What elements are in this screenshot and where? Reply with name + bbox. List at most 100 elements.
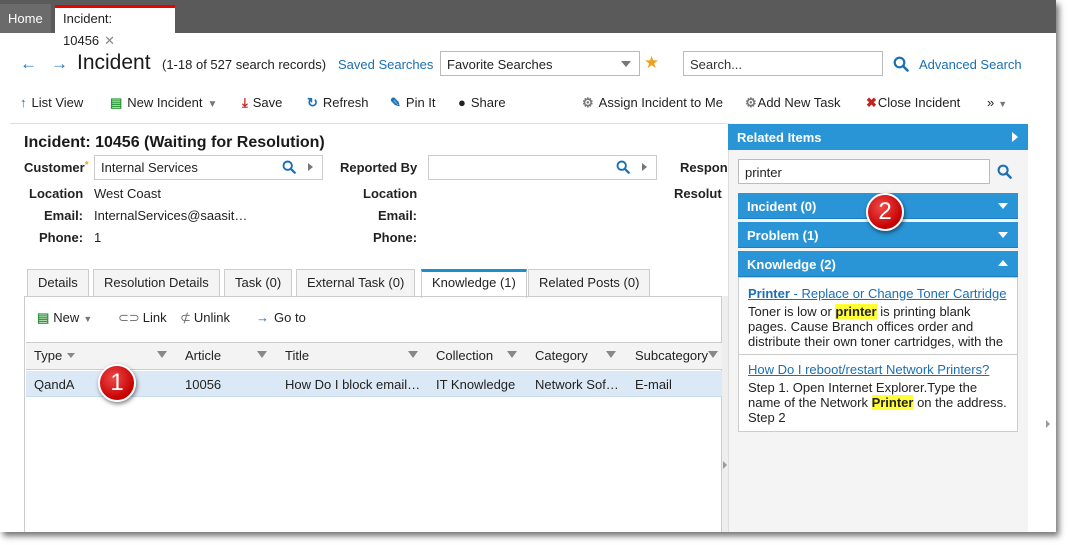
tab-incident-10456[interactable]: Incident: 10456 ✕ — [55, 5, 175, 48]
search-icon[interactable] — [616, 160, 630, 177]
k1-title-rest: - Replace or Change Toner Cartridge — [789, 286, 1007, 301]
customer-field[interactable]: Internal Services — [94, 155, 323, 180]
sort-down-icon[interactable] — [67, 353, 75, 358]
cell-category: Network Sof… — [535, 377, 619, 392]
grid-header — [26, 342, 722, 370]
grid-unlink-label: Unlink — [193, 310, 231, 325]
chevron-right-icon[interactable] — [642, 163, 647, 171]
chevron-right-icon[interactable] — [1012, 132, 1018, 142]
tab-details[interactable]: Details — [27, 269, 89, 297]
grid-new-label: New — [53, 310, 80, 325]
chevron-right-icon[interactable] — [723, 461, 727, 469]
pin-it-button[interactable]: ✎ Pin It — [390, 95, 436, 111]
knowledge-result-2[interactable]: How Do I reboot/restart Network Printers… — [748, 362, 1010, 425]
grid-link-button[interactable]: ⊂⊃ Link — [118, 310, 167, 326]
close-incident-label: Close Incident — [877, 95, 961, 110]
link-icon: ⊂⊃ — [118, 310, 140, 325]
add-task-label: Add New Task — [757, 95, 841, 110]
search-icon[interactable] — [893, 56, 909, 75]
add-new-task-button[interactable]: ⚙Add New Task — [745, 95, 841, 111]
filter-icon[interactable] — [408, 351, 418, 358]
share-button[interactable]: ● Share — [458, 95, 506, 110]
filter-icon[interactable] — [257, 351, 267, 358]
save-label: Save — [252, 95, 283, 110]
grid-new-button[interactable]: ▤ New ▼ — [37, 310, 92, 326]
chevron-right-icon[interactable] — [308, 163, 313, 171]
chevron-right-icon[interactable] — [1046, 420, 1050, 428]
grid-goto-label: Go to — [274, 310, 306, 325]
resolut-label: Resolut — [674, 186, 722, 201]
more-actions-button[interactable]: » ▼ — [987, 95, 1007, 110]
phone2-label: Phone: — [373, 230, 418, 245]
arrow-up-icon: ↑ — [20, 95, 27, 110]
knowledge-result-2-body: Step 1. Open Internet Explorer.Type the … — [748, 380, 1010, 425]
close-incident-button[interactable]: ✖Close Incident — [866, 95, 960, 111]
column-type[interactable]: Type — [34, 348, 62, 363]
chevron-down-icon — [621, 61, 631, 67]
knowledge-result-2-title[interactable]: How Do I reboot/restart Network Printers… — [748, 362, 1010, 377]
customer-label: Customer* — [24, 160, 89, 175]
tab-related-posts[interactable]: Related Posts (0) — [528, 269, 651, 297]
grid-goto-button[interactable]: → Go to — [256, 310, 306, 325]
tab-resolution-details[interactable]: Resolution Details — [93, 269, 220, 297]
cell-title: How Do I block email… — [285, 377, 421, 392]
tab-external-task[interactable]: External Task (0) — [296, 269, 416, 297]
knowledge-grid-panel — [24, 296, 722, 532]
filter-icon[interactable] — [157, 351, 167, 358]
saved-searches-link[interactable]: Saved Searches — [338, 57, 433, 72]
search-icon[interactable] — [997, 164, 1012, 182]
column-article[interactable]: Article — [185, 348, 221, 363]
cell-collection: IT Knowledge — [436, 377, 516, 392]
favorite-searches-select[interactable]: Favorite Searches — [440, 51, 640, 76]
star-icon[interactable]: ★ — [644, 53, 659, 73]
close-icon[interactable]: ✕ — [104, 33, 115, 48]
search-icon[interactable] — [282, 160, 296, 177]
column-collection[interactable]: Collection — [436, 348, 493, 363]
knowledge-result-1-title[interactable]: Printer - Replace or Change Toner Cartri… — [748, 286, 1010, 301]
knowledge-result-1-body: Toner is low or printer is printing blan… — [748, 304, 1010, 349]
main-toolbar: ↑ List View ▤ New Incident ▼ ⤓ Save ↻ Refresh… — [0, 93, 1056, 115]
cell-subcategory: E-mail — [635, 377, 672, 392]
chevron-down-icon[interactable]: ▼ — [207, 99, 217, 110]
tab-home[interactable]: Home — [0, 4, 51, 33]
filter-icon[interactable] — [606, 351, 616, 358]
pin-it-label: Pin It — [405, 95, 436, 110]
search-input[interactable]: Search... — [683, 51, 883, 76]
tab-task[interactable]: Task (0) — [224, 269, 293, 297]
accordion-knowledge[interactable]: Knowledge (2) — [738, 251, 1018, 277]
assign-incident-button[interactable]: ⚙ Assign Incident to Me — [582, 95, 723, 111]
grid-unlink-button[interactable]: ⊄ Unlink — [180, 310, 230, 326]
task-gear-icon: ⚙ — [745, 95, 757, 110]
reported-by-field[interactable] — [428, 155, 657, 180]
page-header: ← → Incident (1-18 of 527 search records… — [0, 50, 1056, 80]
phone-label: Phone: — [39, 230, 84, 245]
related-search-input[interactable]: printer — [738, 159, 990, 184]
grid-link-label: Link — [142, 310, 167, 325]
related-items-title: Related Items — [737, 130, 822, 145]
reported-by-label: Reported By — [340, 160, 418, 175]
forward-arrow-icon[interactable]: → — [51, 54, 68, 74]
filter-icon[interactable] — [708, 351, 718, 358]
callout-marker-2: 2 — [866, 193, 904, 231]
related-items-header[interactable]: Related Items — [728, 124, 1028, 150]
knowledge-result-1[interactable]: Printer - Replace or Change Toner Cartri… — [748, 286, 1010, 349]
column-category[interactable]: Category — [535, 348, 588, 363]
filter-icon[interactable] — [507, 351, 517, 358]
list-view-button[interactable]: ↑ List View — [20, 95, 83, 110]
advanced-search-link[interactable]: Advanced Search — [919, 57, 1022, 72]
back-arrow-icon[interactable]: ← — [20, 54, 37, 74]
chevron-up-icon — [998, 260, 1008, 266]
tab-knowledge[interactable]: Knowledge (1) — [421, 269, 527, 298]
new-incident-button[interactable]: ▤ New Incident ▼ — [110, 95, 217, 111]
save-button[interactable]: ⤓ Save — [242, 95, 282, 111]
refresh-button[interactable]: ↻ Refresh — [307, 95, 368, 111]
cell-article: 10056 — [185, 377, 222, 392]
location2-label: Location — [363, 186, 418, 201]
column-title[interactable]: Title — [285, 348, 309, 363]
record-count: (1-18 of 527 search records) — [162, 57, 327, 72]
new-document-icon: ▤ — [110, 95, 123, 110]
page-title: Incident — [77, 51, 151, 74]
chevron-down-icon: ▼ — [83, 314, 93, 324]
column-subcategory[interactable]: Subcategory — [635, 348, 708, 363]
chevron-down-icon: ▼ — [998, 99, 1008, 109]
